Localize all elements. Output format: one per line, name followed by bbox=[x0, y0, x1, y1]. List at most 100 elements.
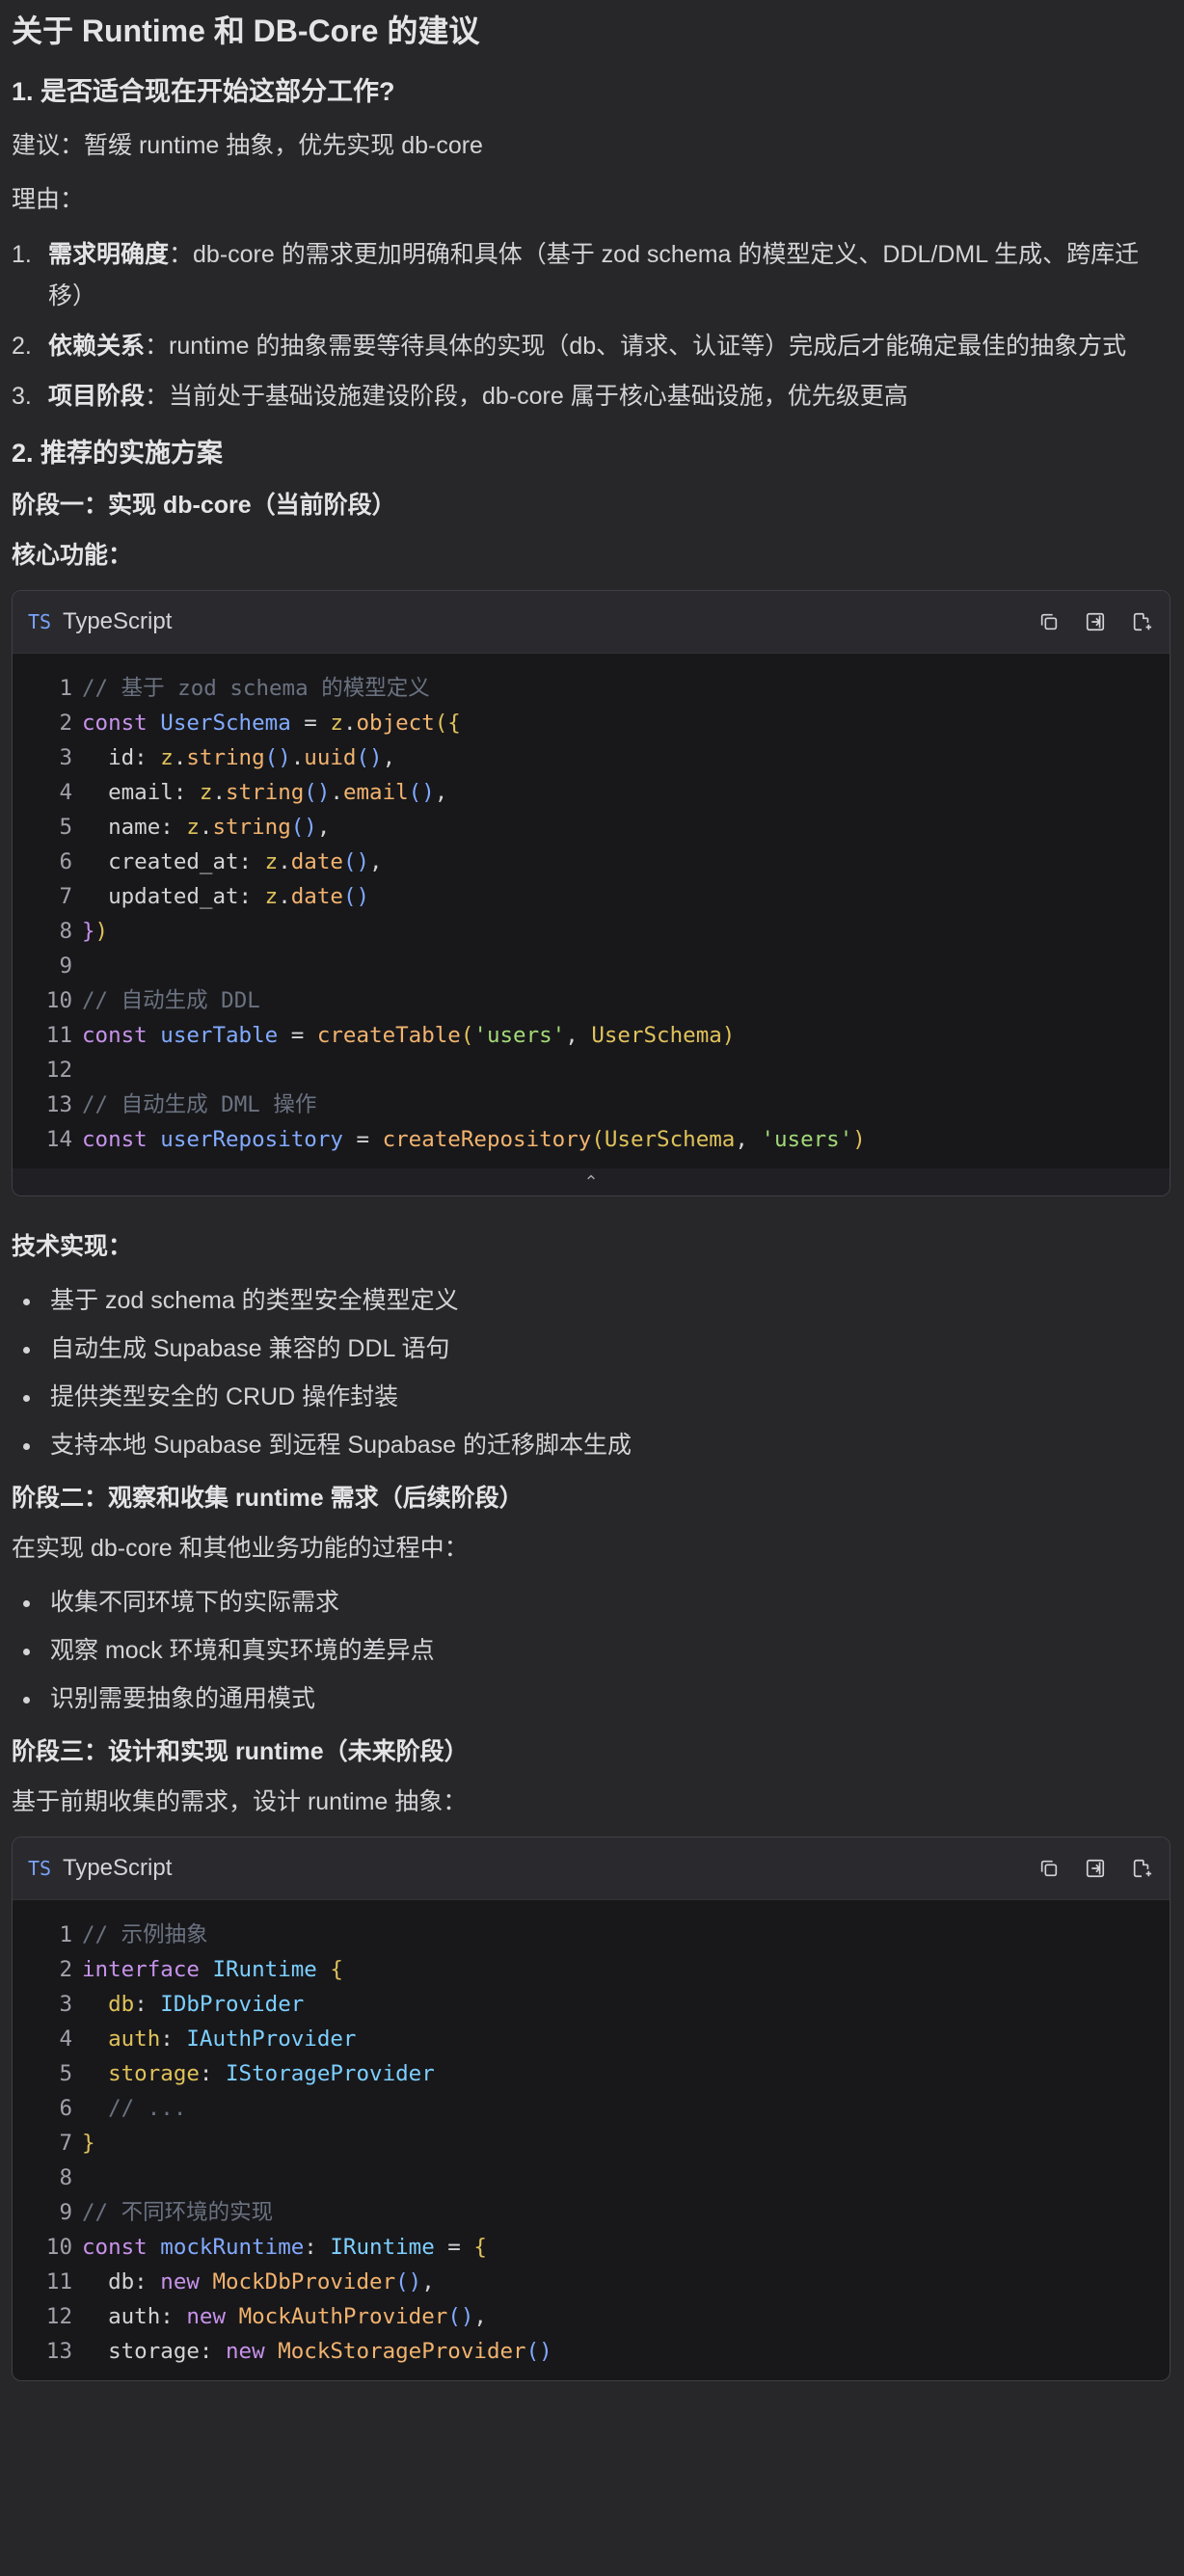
copy-icon[interactable] bbox=[1036, 609, 1062, 634]
code-block-header: TS TypeScript bbox=[13, 591, 1170, 655]
list-item: 识别需要抽象的通用模式 bbox=[12, 1679, 1171, 1718]
reasons-label: 理由： bbox=[12, 185, 85, 213]
line-number: 6 bbox=[59, 2096, 72, 2122]
tech-impl-list: 基于 zod schema 的类型安全模型定义 自动生成 Supabase 兼容… bbox=[12, 1281, 1171, 1464]
phase-2-list: 收集不同环境下的实际需求 观察 mock 环境和真实环境的差异点 识别需要抽象的… bbox=[12, 1583, 1171, 1718]
code-language-label: TypeScript bbox=[63, 1855, 173, 1882]
line-number: 11 bbox=[45, 1023, 72, 1049]
code-line: 9 bbox=[13, 949, 1170, 983]
phase-3-heading: 阶段三：设计和实现 runtime（未来阶段） bbox=[12, 1738, 469, 1766]
code-line: 2 const UserSchema = z.object({ bbox=[13, 706, 1170, 740]
code-text: updated_at: z.date() bbox=[82, 884, 370, 910]
code-text: auth: IAuthProvider bbox=[108, 2026, 357, 2053]
line-number: 13 bbox=[45, 2339, 72, 2365]
reason-text: ：runtime 的抽象需要等待具体的实现（db、请求、认证等）完成后才能确定最… bbox=[145, 333, 1127, 361]
code-text: storage: IStorageProvider bbox=[108, 2061, 435, 2087]
typescript-icon: TS bbox=[28, 1857, 52, 1881]
line-number: 8 bbox=[59, 2165, 72, 2191]
code-text: const userRepository = createRepository(… bbox=[82, 1127, 866, 1153]
code-text: email: z.string().email(), bbox=[82, 780, 448, 806]
page-title: 关于 Runtime 和 DB-Core 的建议 bbox=[12, 13, 480, 48]
code-text: // 示例抽象 bbox=[82, 1922, 208, 1948]
line-number: 11 bbox=[45, 2269, 72, 2295]
reason-item: 2. 依赖关系：runtime 的抽象需要等待具体的实现（db、请求、认证等）完… bbox=[12, 326, 1171, 368]
reason-text: ：当前处于基础设施建设阶段，db-core 属于核心基础设施，优先级更高 bbox=[145, 382, 908, 410]
code-line: 3 db: IDbProvider bbox=[13, 1987, 1170, 2022]
suggestion-text: 建议：暂缓 runtime 抽象，优先实现 db-core bbox=[12, 131, 483, 159]
line-number: 8 bbox=[59, 919, 72, 945]
line-number: 1 bbox=[59, 676, 72, 702]
phase-2-heading: 阶段二：观察和收集 runtime 需求（后续阶段） bbox=[12, 1485, 524, 1513]
new-file-icon[interactable] bbox=[1129, 1856, 1154, 1881]
code-line: 12 bbox=[13, 1053, 1170, 1087]
typescript-icon: TS bbox=[28, 610, 52, 634]
list-item: 提供类型安全的 CRUD 操作封装 bbox=[12, 1378, 1171, 1416]
code-text: db: new MockDbProvider(), bbox=[82, 2269, 435, 2295]
code-block-header: TS TypeScript bbox=[13, 1838, 1170, 1901]
code-text: // 自动生成 DDL bbox=[82, 988, 260, 1014]
code-line: 10 // 自动生成 DDL bbox=[13, 983, 1170, 1018]
line-number: 12 bbox=[45, 1058, 72, 1084]
reason-item: 1. 需求明确度：db-core 的需求更加明确和具体（基于 zod schem… bbox=[12, 234, 1171, 319]
reason-item: 3. 项目阶段：当前处于基础设施建设阶段，db-core 属于核心基础设施，优先… bbox=[12, 376, 1171, 418]
code-text: // ... bbox=[82, 2096, 187, 2122]
line-number: 12 bbox=[45, 2304, 72, 2330]
page-content: 关于 Runtime 和 DB-Core 的建议 1. 是否适合现在开始这部分工… bbox=[0, 0, 1184, 2382]
core-features-label: 核心功能： bbox=[12, 542, 133, 570]
code-line: 1 // 基于 zod schema 的模型定义 bbox=[13, 671, 1170, 706]
code-text: }) bbox=[82, 919, 109, 945]
code-text: id: z.string().uuid(), bbox=[82, 745, 396, 771]
collapse-button[interactable]: ⌃ bbox=[13, 1168, 1170, 1196]
line-number: 4 bbox=[59, 2026, 72, 2053]
code-line: 13 storage: new MockStorageProvider() bbox=[13, 2334, 1170, 2369]
line-number: 4 bbox=[59, 780, 72, 806]
line-number: 3 bbox=[59, 745, 72, 771]
code-line: 7 updated_at: z.date() bbox=[13, 879, 1170, 914]
code-line: 6 // ... bbox=[13, 2091, 1170, 2126]
code-line: 7} bbox=[13, 2126, 1170, 2160]
reason-number: 1. bbox=[12, 240, 32, 268]
reason-title: 需求明确度 bbox=[48, 240, 170, 268]
code-actions bbox=[1036, 1856, 1154, 1881]
insert-icon[interactable] bbox=[1083, 609, 1108, 634]
list-item: 基于 zod schema 的类型安全模型定义 bbox=[12, 1281, 1171, 1320]
code-block-2: TS TypeScript 1 // 示例抽象 2 interface IRuntim… bbox=[12, 1837, 1171, 2382]
code-line: 11 const userTable = createTable('users',… bbox=[13, 1018, 1170, 1053]
phase-3-intro: 基于前期收集的需求，设计 runtime 抽象： bbox=[12, 1788, 468, 1816]
code-block-1: TS TypeScript 1 // 基于 zod schema 的模型定义 2 co… bbox=[12, 590, 1171, 1197]
code-text: storage: new MockStorageProvider() bbox=[82, 2339, 552, 2365]
phase-1-heading: 阶段一：实现 db-core（当前阶段） bbox=[12, 492, 396, 520]
line-number: 1 bbox=[59, 1922, 72, 1948]
phase-2-intro: 在实现 db-core 和其他业务功能的过程中： bbox=[12, 1535, 469, 1563]
line-number: 7 bbox=[59, 884, 72, 910]
line-number: 3 bbox=[59, 1992, 72, 2018]
line-number: 10 bbox=[45, 2235, 72, 2261]
code-actions bbox=[1036, 609, 1154, 634]
code-line: 5 storage: IStorageProvider bbox=[13, 2056, 1170, 2091]
reason-title: 依赖关系 bbox=[48, 333, 146, 361]
section-2-heading: 2. 推荐的实施方案 bbox=[12, 438, 224, 468]
code-line: 1 // 示例抽象 bbox=[13, 1918, 1170, 1952]
code-text: name: z.string(), bbox=[82, 815, 331, 841]
insert-icon[interactable] bbox=[1083, 1856, 1108, 1881]
code-text: interface IRuntime { bbox=[82, 1957, 343, 1983]
line-number: 2 bbox=[59, 1957, 72, 1983]
copy-icon[interactable] bbox=[1036, 1856, 1062, 1881]
code-text: } bbox=[82, 2131, 95, 2157]
code-text: db: IDbProvider bbox=[108, 1992, 305, 2018]
code-line: 2 interface IRuntime { bbox=[13, 1952, 1170, 1987]
code-line: 8 bbox=[13, 2160, 1170, 2195]
line-number: 9 bbox=[59, 953, 72, 979]
code-body: 1 // 基于 zod schema 的模型定义 2 const UserSchema… bbox=[13, 654, 1170, 1168]
code-text: // 自动生成 DML 操作 bbox=[82, 1092, 317, 1118]
line-number: 7 bbox=[59, 2131, 72, 2157]
code-line: 11 db: new MockDbProvider(), bbox=[13, 2265, 1170, 2299]
list-item: 收集不同环境下的实际需求 bbox=[12, 1583, 1171, 1622]
code-text: const userTable = createTable('users', U… bbox=[82, 1023, 736, 1049]
code-line: 3 id: z.string().uuid(), bbox=[13, 740, 1170, 775]
line-number: 14 bbox=[45, 1127, 72, 1153]
code-text: // 基于 zod schema 的模型定义 bbox=[82, 676, 430, 702]
tech-impl-label: 技术实现： bbox=[12, 1233, 133, 1261]
code-line: 4 auth: IAuthProvider bbox=[13, 2022, 1170, 2056]
new-file-icon[interactable] bbox=[1129, 609, 1154, 634]
